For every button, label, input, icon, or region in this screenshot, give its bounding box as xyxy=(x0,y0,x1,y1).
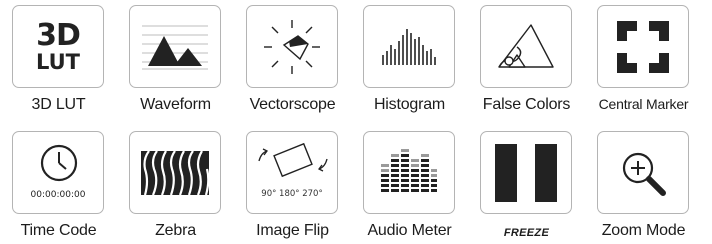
audio-meter-icon xyxy=(381,148,437,192)
zebra-button[interactable] xyxy=(129,131,221,214)
rotate-icon xyxy=(258,142,328,178)
waveform-label: Waveform xyxy=(140,96,211,113)
audio-meter-label: Audio Meter xyxy=(367,222,452,239)
waveform-icon xyxy=(142,25,208,69)
histogram-label: Histogram xyxy=(373,96,446,113)
time-code-readout: 00:00:00:00 xyxy=(30,190,86,200)
image-flip-button[interactable]: 90° 180° 270° xyxy=(246,131,338,214)
central-marker-button[interactable] xyxy=(597,5,689,88)
histogram-button[interactable] xyxy=(363,5,455,88)
histogram-icon xyxy=(382,28,436,65)
time-code-button[interactable]: 00:00:00:00 xyxy=(12,131,104,214)
false-colors-icon xyxy=(498,23,554,68)
image-flip-label: Image Flip xyxy=(256,222,329,239)
zoom-mode-button[interactable] xyxy=(597,131,689,214)
freeze-icon xyxy=(495,143,557,202)
vectorscope-button[interactable] xyxy=(246,5,338,88)
time-code-label: Time Code xyxy=(20,222,97,239)
false-colors-label: False Colors xyxy=(482,96,571,113)
zoom-mode-label: Zoom Mode xyxy=(601,222,686,239)
false-colors-button[interactable] xyxy=(480,5,572,88)
image-flip-angles: 90° 180° 270° xyxy=(261,189,323,199)
freeze-label: FREEZE xyxy=(503,227,550,239)
3d-lut-icon: 3D LUT xyxy=(35,17,81,74)
central-marker-icon xyxy=(617,20,669,73)
vectorscope-icon xyxy=(264,19,320,74)
freeze-button[interactable] xyxy=(480,131,572,214)
zebra-icon xyxy=(141,150,209,195)
central-marker-label: Central Marker xyxy=(598,96,689,112)
waveform-button[interactable] xyxy=(129,5,221,88)
vectorscope-label: Vectorscope xyxy=(249,96,336,113)
audio-meter-button[interactable] xyxy=(363,131,455,214)
zebra-label: Zebra xyxy=(155,222,196,239)
3d-lut-label: 3D LUT xyxy=(31,96,86,113)
3d-lut-button[interactable]: 3D LUT xyxy=(12,5,104,88)
zoom-mode-icon xyxy=(622,152,666,196)
clock-icon xyxy=(40,144,78,182)
